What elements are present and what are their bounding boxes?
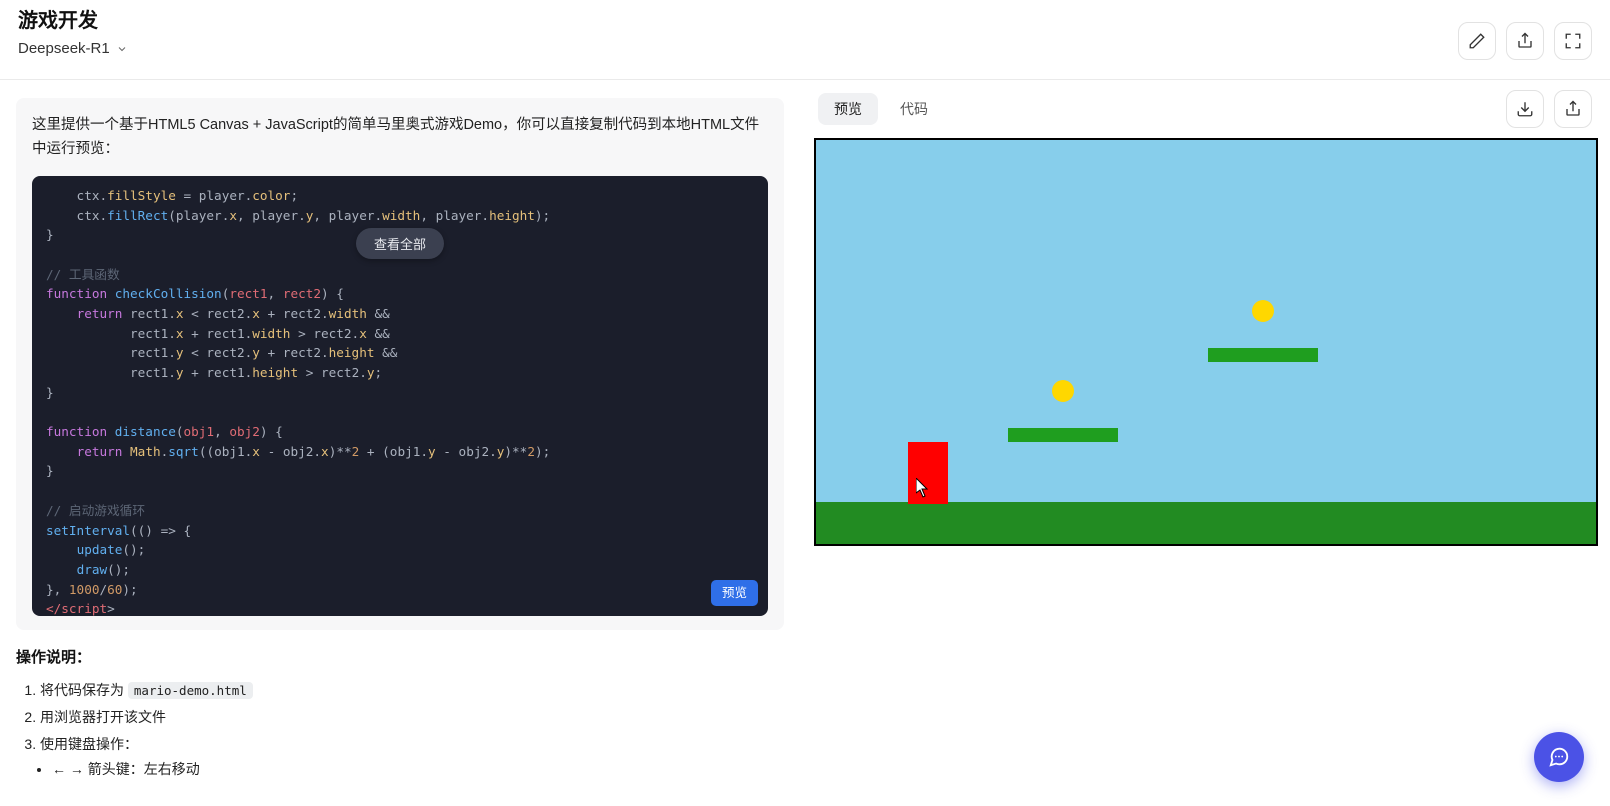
instructions-list: 将代码保存为 mario-demo.html 用浏览器打开该文件 使用键盘操作： — [40, 677, 784, 759]
share-icon — [1516, 32, 1534, 50]
collapse-button[interactable] — [1554, 22, 1592, 60]
instruction-subitem: ← → 箭头键：左右移动 — [52, 759, 784, 779]
chat-fab[interactable] — [1534, 732, 1584, 782]
preview-actions — [1506, 90, 1592, 128]
see-all-button[interactable]: 查看全部 — [356, 228, 444, 259]
chevron-down-icon — [116, 43, 128, 55]
pencil-icon — [1468, 32, 1486, 50]
game-platform — [1008, 428, 1118, 442]
edit-button[interactable] — [1458, 22, 1496, 60]
download-icon — [1516, 100, 1534, 118]
download-button[interactable] — [1506, 90, 1544, 128]
share-button[interactable] — [1506, 22, 1544, 60]
chat-bubble-icon — [1548, 746, 1570, 768]
game-platform — [1208, 348, 1318, 362]
page-title: 游戏开发 — [18, 8, 128, 34]
game-ground — [816, 502, 1596, 544]
app-header: 游戏开发 Deepseek-R1 — [0, 0, 1610, 80]
tab-preview[interactable]: 预览 — [818, 93, 878, 125]
assistant-message: 这里提供一个基于HTML5 Canvas + JavaScript的简单马里奥式… — [16, 98, 784, 630]
tabs: 预览 代码 — [818, 93, 944, 125]
preview-chip[interactable]: 预览 — [711, 580, 758, 605]
header-left: 游戏开发 Deepseek-R1 — [18, 8, 128, 57]
code-wrapper: ctx.fillStyle = player.color; ctx.fillRe… — [32, 176, 768, 616]
instruction-item: 将代码保存为 mario-demo.html — [40, 677, 784, 704]
share-icon — [1564, 100, 1582, 118]
instruction-sublist: ← → 箭头键：左右移动 — [52, 759, 784, 779]
instructions-heading: 操作说明： — [16, 646, 784, 667]
game-canvas[interactable] — [814, 138, 1598, 546]
preview-toolbar: 预览 代码 — [800, 90, 1598, 138]
tab-code[interactable]: 代码 — [884, 93, 944, 125]
game-coin — [1252, 300, 1274, 322]
message-intro: 这里提供一个基于HTML5 Canvas + JavaScript的简单马里奥式… — [32, 114, 768, 162]
chat-column: 这里提供一个基于HTML5 Canvas + JavaScript的简单马里奥式… — [0, 80, 800, 806]
cursor-icon — [916, 478, 930, 503]
model-selector[interactable]: Deepseek-R1 — [18, 40, 128, 57]
header-actions — [1458, 22, 1592, 60]
collapse-icon — [1564, 32, 1582, 50]
instruction-text: 将代码保存为 — [40, 682, 128, 698]
game-coin — [1052, 380, 1074, 402]
preview-share-button[interactable] — [1554, 90, 1592, 128]
instruction-item: 用浏览器打开该文件 — [40, 704, 784, 731]
preview-column: 预览 代码 — [800, 80, 1610, 806]
instruction-text: 使用键盘操作： — [40, 736, 138, 752]
model-name: Deepseek-R1 — [18, 40, 110, 57]
main-split: 这里提供一个基于HTML5 Canvas + JavaScript的简单马里奥式… — [0, 80, 1610, 806]
filename-code: mario-demo.html — [128, 682, 253, 699]
instruction-item: 使用键盘操作： — [40, 731, 784, 758]
instruction-text: 用浏览器打开该文件 — [40, 709, 166, 725]
